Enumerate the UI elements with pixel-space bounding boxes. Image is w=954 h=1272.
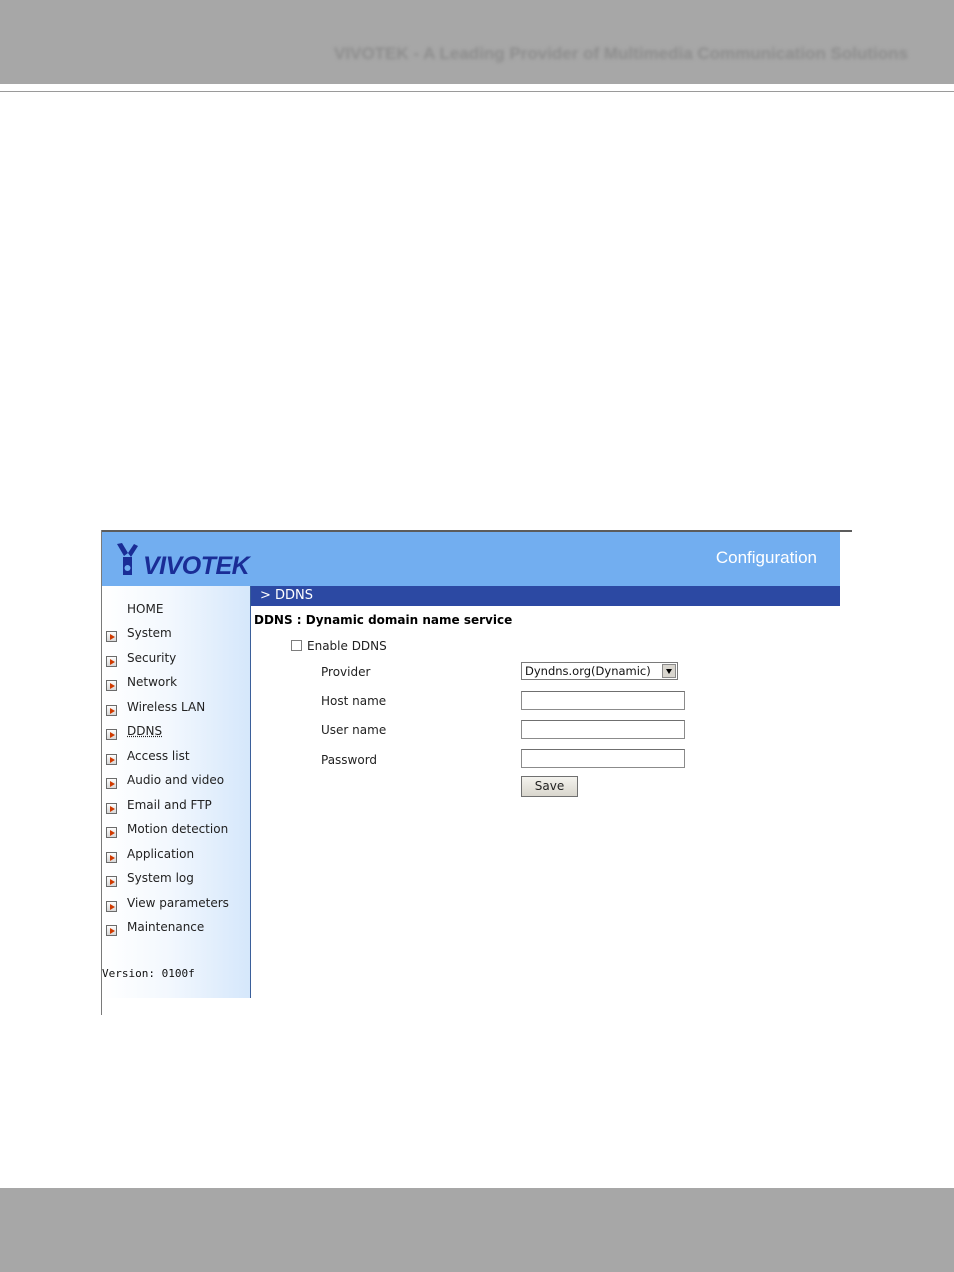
sidebar-item-view-parameters[interactable]: View parameters [102, 895, 250, 915]
sidebar-item-motion-detection[interactable]: Motion detection [102, 821, 250, 841]
camera-logo-icon [117, 543, 138, 575]
logo-text: VIVOTEK [143, 552, 250, 580]
page-header-band: VIVOTEK - A Leading Provider of Multimed… [0, 0, 954, 84]
ddns-content: > DDNS DDNS : Dynamic domain name servic… [251, 586, 840, 1006]
arrow-icon [106, 729, 117, 740]
user-name-label: User name [321, 723, 387, 737]
sidebar-item-email-and-ftp[interactable]: Email and FTP [102, 797, 250, 817]
sidebar-nav: HOME System Security Network Wireless LA… [102, 586, 251, 998]
header-divider [0, 91, 954, 92]
sidebar-item-label: Maintenance [127, 920, 205, 934]
arrow-icon [106, 778, 117, 789]
sidebar-item-label: System log [127, 871, 194, 885]
sidebar-item-network[interactable]: Network [102, 674, 250, 694]
sidebar-item-wireless-lan[interactable]: Wireless LAN [102, 699, 250, 719]
host-name-input[interactable] [521, 691, 685, 710]
sidebar-item-security[interactable]: Security [102, 650, 250, 670]
arrow-icon [106, 631, 117, 642]
sidebar-item-label: System [127, 626, 172, 640]
password-input[interactable] [521, 749, 685, 768]
provider-label: Provider [321, 665, 371, 679]
header-text: VIVOTEK - A Leading Provider of Multimed… [334, 44, 908, 63]
arrow-icon [106, 803, 117, 814]
user-name-input[interactable] [521, 720, 685, 739]
arrow-icon [106, 925, 117, 936]
sidebar-item-label: Network [127, 675, 178, 689]
save-button[interactable]: Save [521, 776, 578, 797]
sidebar-item-label: HOME [127, 602, 164, 616]
sidebar-item-ddns[interactable]: DDNS [102, 723, 250, 743]
enable-ddns-checkbox[interactable] [291, 640, 302, 651]
sidebar-item-label: Email and FTP [127, 798, 212, 812]
arrow-icon [106, 827, 117, 838]
sidebar-item-label: Access list [127, 749, 190, 763]
version-text: Version: 0100f [102, 967, 195, 980]
sidebar-item-label: DDNS [127, 724, 163, 738]
arrow-icon [106, 754, 117, 765]
arrow-icon [106, 705, 117, 716]
arrow-icon [106, 656, 117, 667]
sidebar-item-application[interactable]: Application [102, 846, 250, 866]
sidebar-item-label: Wireless LAN [127, 700, 206, 714]
config-banner: VIVOTEK Configuration [102, 532, 840, 586]
arrow-icon [106, 901, 117, 912]
provider-select[interactable]: Dyndns.org(Dynamic) [521, 662, 678, 680]
sidebar-item-label: Audio and video [127, 773, 225, 787]
sidebar-item-system-log[interactable]: System log [102, 870, 250, 890]
provider-value: Dyndns.org(Dynamic) [525, 664, 651, 678]
chevron-down-icon[interactable] [662, 664, 676, 678]
sidebar-item-maintenance[interactable]: Maintenance [102, 919, 250, 939]
breadcrumb-text: > DDNS [260, 588, 314, 603]
password-label: Password [321, 753, 378, 767]
section-title: DDNS : Dynamic domain name service [254, 613, 513, 627]
sidebar-item-label: Security [127, 651, 177, 665]
vivotek-logo[interactable]: VIVOTEK [114, 542, 254, 580]
enable-ddns-label[interactable]: Enable DDNS [307, 639, 387, 653]
arrow-icon [106, 680, 117, 691]
breadcrumb: > DDNS [251, 586, 840, 606]
page-footer-band [0, 1188, 954, 1272]
sidebar-item-label: Motion detection [127, 822, 229, 836]
configuration-screenshot: VIVOTEK Configuration HOME System Securi… [101, 530, 852, 1015]
page-title: Configuration [715, 548, 817, 567]
sidebar-item-label: View parameters [127, 896, 229, 910]
host-name-label: Host name [321, 694, 387, 708]
sidebar-item-system[interactable]: System [102, 625, 250, 645]
arrow-icon [106, 876, 117, 887]
sidebar-item-access-list[interactable]: Access list [102, 748, 250, 768]
arrow-icon [106, 852, 117, 863]
sidebar-item-audio-and-video[interactable]: Audio and video [102, 772, 250, 792]
sidebar-item-label: Application [127, 847, 195, 861]
sidebar-item-home[interactable]: HOME [102, 601, 250, 621]
